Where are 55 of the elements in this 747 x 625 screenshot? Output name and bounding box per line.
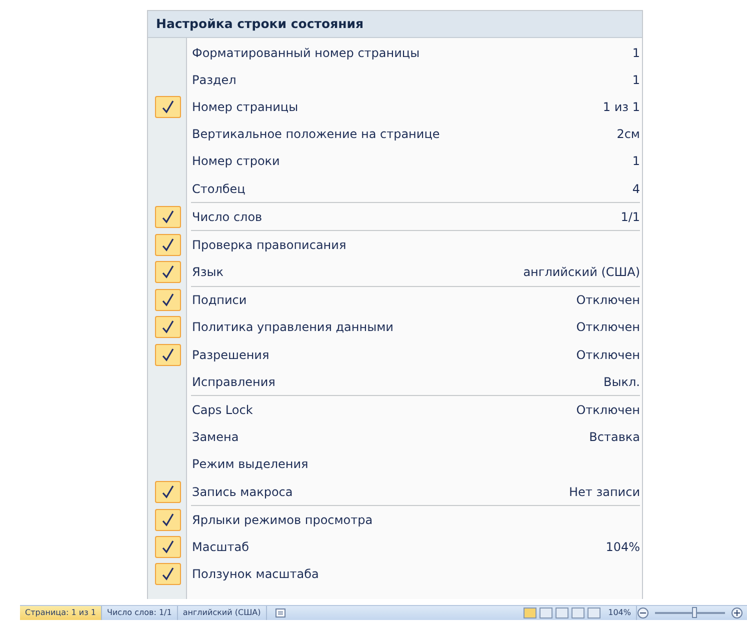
menu-item-value: 104% — [606, 540, 640, 554]
menu-item-value: Нет записи — [569, 484, 640, 499]
check-icon[interactable] — [154, 206, 180, 228]
menu-item-value: английский (США) — [523, 265, 640, 280]
menu-item-value: 1 — [632, 154, 640, 168]
menu-item-label: Подписи — [192, 293, 248, 308]
menu-item-value: Отключен — [576, 293, 640, 308]
menu-item-label: Номер страницы — [192, 100, 300, 114]
menu-item-label: Проверка правописания — [192, 238, 348, 252]
menu-item-value: Отключен — [576, 403, 640, 418]
check-icon[interactable] — [154, 536, 180, 558]
menu-item-label: Раздел — [192, 72, 238, 87]
check-icon[interactable] — [154, 344, 180, 366]
zoom-level[interactable]: 104% — [603, 606, 637, 620]
menu-item-value: Отключен — [576, 348, 640, 362]
menu-item-label: Ползунок масштаба — [192, 567, 320, 582]
menu-item-value: 4 — [632, 182, 640, 196]
menu-item-label: Столбец — [192, 182, 246, 196]
zoom-in-icon[interactable] — [731, 607, 743, 619]
check-icon[interactable] — [154, 96, 180, 118]
menu-item-label: Разрешения — [192, 348, 270, 362]
menu-item-value: 2см — [616, 127, 640, 142]
check-icon[interactable] — [154, 508, 180, 531]
menu-item-value: 1 — [632, 46, 640, 60]
menu-item-label: Запись макроса — [192, 484, 294, 499]
check-icon[interactable] — [154, 480, 180, 503]
menu-item-label: Число слов — [192, 210, 264, 224]
check-icon[interactable] — [154, 234, 180, 256]
menu-item-label: Номер строки — [192, 154, 281, 168]
menu-item-label: Вертикальное положение на странице — [192, 127, 441, 142]
menu-item-label: Форматированный номер страницы — [192, 46, 421, 60]
menu-item-value: 1 — [632, 72, 640, 87]
check-icon[interactable] — [154, 261, 180, 284]
menu-item-label: Масштаб — [192, 540, 250, 554]
menu-item-label: Язык — [192, 265, 224, 280]
zoom-out-icon[interactable] — [637, 607, 649, 619]
page-number-status[interactable]: Страница: 1 из 1 — [20, 606, 102, 620]
menu-item-label: Замена — [192, 430, 240, 444]
menu-item-label: Политика управления данными — [192, 320, 394, 334]
check-icon[interactable] — [154, 563, 180, 586]
menu-title: Настройка строки состояния — [148, 11, 642, 38]
word-count-status[interactable]: Число слов: 1/1 — [102, 606, 178, 620]
menu-item-label: Исправления — [192, 374, 276, 389]
language-status[interactable]: английский (США) — [178, 606, 267, 620]
menu-item-label: Режим выделения — [192, 457, 310, 472]
menu-item-value: Выкл. — [604, 374, 640, 389]
menu-item-value: 1/1 — [620, 210, 640, 224]
menu-item-label: Caps Lock — [192, 403, 254, 418]
menu-item-value: 1 из 1 — [602, 100, 640, 114]
menu-item-value: Вставка — [589, 430, 640, 444]
check-icon[interactable] — [154, 316, 180, 338]
menu-item-value: Отключен — [576, 320, 640, 334]
check-icon[interactable] — [154, 289, 180, 312]
menu-item-label: Ярлыки режимов просмотра — [192, 512, 374, 527]
zoom-slider-thumb[interactable] — [692, 607, 696, 618]
